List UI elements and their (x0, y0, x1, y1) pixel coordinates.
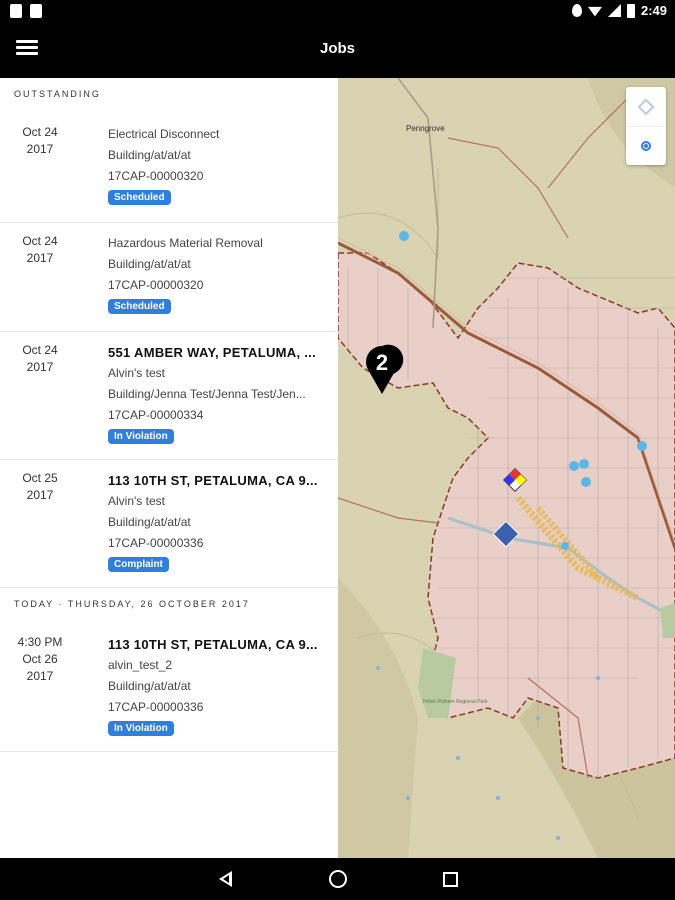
job-status-badge: In Violation (108, 721, 174, 736)
job-date-line: Oct 26 (22, 652, 58, 666)
job-list-item[interactable]: Oct 25 2017 113 10TH ST, PETALUMA, CA 9...… (0, 460, 338, 588)
job-detail-line: 17CAP-00000336 (108, 700, 204, 714)
job-status-badge: In Violation (108, 429, 174, 444)
job-title: Electrical Disconnect (108, 127, 220, 141)
job-detail-line: alvin_test_2 (108, 658, 173, 672)
job-date-line: 2017 (26, 142, 54, 156)
job-list[interactable]: OUTSTANDING Oct 24 2017 Electrical Disconne… (0, 78, 338, 858)
notification-app-icon (10, 4, 22, 18)
section-header: OUTSTANDING (14, 89, 101, 99)
job-date-line: Oct 24 (22, 234, 58, 248)
back-icon[interactable] (216, 870, 236, 888)
job-list-item[interactable]: Oct 24 2017 551 AMBER WAY, PETALUMA, ... Al… (0, 332, 338, 460)
job-list-item[interactable]: Oct 24 2017 Hazardous Material Removal Buil… (0, 223, 338, 332)
job-title: 113 10TH ST, PETALUMA, CA 9... (108, 473, 318, 488)
recents-icon[interactable] (441, 870, 461, 888)
job-title: 113 10TH ST, PETALUMA, CA 9... (108, 637, 318, 652)
map-label-penngrove: Penngrove (406, 124, 445, 133)
job-date: Oct 24 2017 (0, 124, 80, 158)
map-canvas[interactable]: 2 Penngrove Helen Putnam Regional Park (338, 78, 675, 858)
job-title: 551 AMBER WAY, PETALUMA, ... (108, 345, 317, 360)
job-detail-line: 17CAP-00000336 (108, 536, 204, 550)
my-location-icon (641, 141, 651, 151)
job-detail-line: Building/at/at/at (108, 515, 191, 529)
status-indicators: 2:49 (571, 3, 667, 18)
page-title: Jobs (319, 40, 355, 57)
job-detail-line: Alvin's test (108, 494, 165, 508)
job-detail-line: Building/Jenna Test/Jenna Test/Jen... (108, 387, 306, 401)
job-date: Oct 25 2017 (0, 470, 80, 504)
layers-button[interactable] (626, 87, 666, 126)
job-status-badge: Scheduled (108, 299, 171, 314)
battery-icon (626, 3, 635, 18)
job-date-line: Oct 24 (22, 125, 58, 139)
job-date: Oct 24 2017 (0, 342, 80, 376)
cell-signal-icon (607, 4, 621, 17)
home-icon[interactable] (328, 870, 348, 888)
job-detail-line: 17CAP-00000320 (108, 278, 204, 292)
job-status-badge: Complaint (108, 557, 169, 572)
android-notification-icon (30, 4, 42, 18)
status-time: 2:49 (640, 3, 667, 18)
job-detail-line: Alvin's test (108, 366, 165, 380)
job-date-line: 2017 (26, 251, 54, 265)
app-bar: Jobs (0, 24, 675, 78)
job-date-line: 2017 (26, 669, 54, 683)
job-date-line: Oct 24 (22, 343, 58, 357)
job-date-line: 2017 (26, 488, 54, 502)
job-detail-line: Building/at/at/at (108, 257, 191, 271)
layers-icon (637, 98, 655, 115)
my-location-button[interactable] (626, 126, 666, 165)
map-controls (626, 87, 666, 165)
job-list-item[interactable]: Oct 24 2017 Electrical Disconnect Building/… (0, 114, 338, 223)
notification-icons (10, 4, 42, 18)
job-date: 4:30 PM Oct 26 2017 (0, 634, 80, 685)
wifi-icon (587, 6, 602, 17)
map-label-park: Helen Putnam Regional Park (423, 699, 488, 705)
job-title: Hazardous Material Removal (108, 236, 263, 250)
job-list-item[interactable]: 4:30 PM Oct 26 2017 113 10TH ST, PETALUMA, … (0, 624, 338, 752)
map-cluster-count[interactable]: 2 (376, 350, 388, 375)
system-nav-bar (0, 858, 675, 900)
map-view[interactable]: 2 Penngrove Helen Putnam Regional Park (338, 78, 675, 858)
job-detail-line: Building/at/at/at (108, 148, 191, 162)
job-date-line: 4:30 PM (17, 635, 63, 649)
status-bar: 2:49 (0, 0, 675, 24)
location-icon (571, 4, 582, 17)
job-detail-line: Building/at/at/at (108, 679, 191, 693)
job-date-line: Oct 25 (22, 471, 58, 485)
job-date: Oct 24 2017 (0, 233, 80, 267)
job-detail-line: 17CAP-00000320 (108, 169, 204, 183)
section-header: TODAY · THURSDAY, 26 OCTOBER 2017 (14, 599, 250, 609)
job-status-badge: Scheduled (108, 190, 171, 205)
job-detail-line: 17CAP-00000334 (108, 408, 204, 422)
job-date-line: 2017 (26, 360, 54, 374)
